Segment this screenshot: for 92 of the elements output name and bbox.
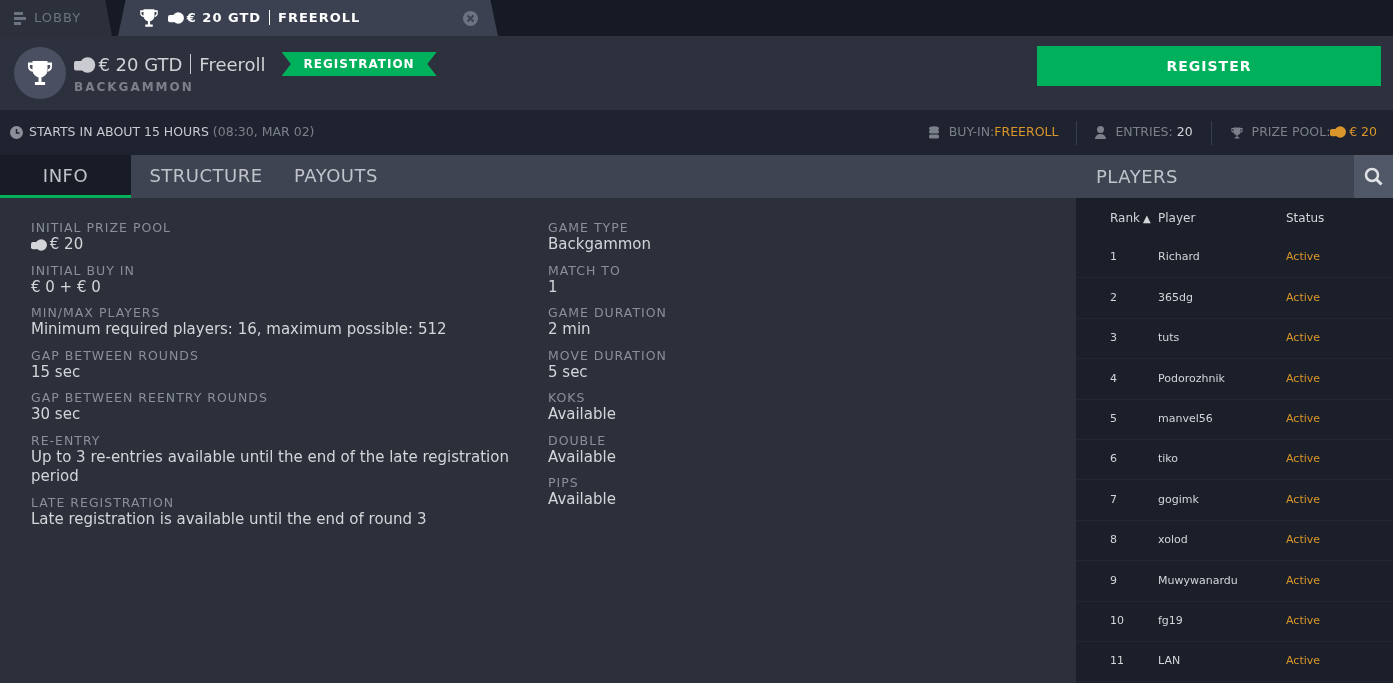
field-value: € 0 + € 0 xyxy=(31,277,102,297)
field-label: MATCH TO xyxy=(548,262,622,278)
status-text: Active xyxy=(1286,452,1321,466)
sort-indicator: ▲ xyxy=(1143,213,1151,224)
player-name: Muwywanardu xyxy=(1158,573,1238,587)
rank-cell: 7 xyxy=(1110,492,1117,506)
section-tab[interactable]: INFO xyxy=(0,155,131,198)
player-name: Podorozhnik xyxy=(1158,371,1225,385)
player-name: tuts xyxy=(1158,331,1180,345)
section-tab[interactable]: PAYOUTS xyxy=(281,155,391,198)
field-value: Minimum required players: 16, maximum possible: 512 xyxy=(31,320,448,340)
field-value: Available xyxy=(548,405,617,425)
field-value: 5 sec xyxy=(548,362,589,382)
status-badge: REGISTRATION xyxy=(281,52,437,76)
field-label: LATE REGISTRATION xyxy=(31,494,176,510)
field-label: MIN/MAX PLAYERS xyxy=(31,305,162,320)
field-value: 1 xyxy=(548,277,559,297)
status-text: Active xyxy=(1286,613,1321,627)
field-label: KOKS xyxy=(548,390,587,405)
entries-text: ENTRIES: 20 xyxy=(1115,123,1193,142)
buy-in-text: BUY-IN:FREEROLL xyxy=(948,123,1059,142)
start-time-text: STARTS IN ABOUT 15 HOURS (08:30, MAR 02) xyxy=(29,123,315,142)
user-icon xyxy=(1095,126,1107,139)
field-value: 30 sec xyxy=(31,405,82,425)
field-value: € 20 xyxy=(31,235,548,255)
search-button[interactable] xyxy=(1354,155,1393,198)
coins-icon xyxy=(74,56,97,73)
player-name: xolod xyxy=(1158,533,1188,547)
status-text: Active xyxy=(1286,412,1321,425)
field-value: Available xyxy=(548,447,617,467)
rank-cell: 5 xyxy=(1110,412,1117,425)
field-label: MOVE DURATION xyxy=(548,347,668,363)
trophy-icon xyxy=(25,58,55,88)
field-label: GAP BETWEEN REENTRY ROUNDS xyxy=(31,390,269,405)
rank-cell: 9 xyxy=(1110,573,1117,587)
player-name: tiko xyxy=(1158,452,1179,466)
trophy-icon xyxy=(1229,125,1244,140)
tournament-subtitle: Freeroll xyxy=(199,52,266,77)
rank-cell: 11 xyxy=(1110,654,1124,668)
register-button[interactable]: REGISTER xyxy=(1037,46,1381,86)
rank-cell: 4 xyxy=(1110,371,1117,385)
column-header[interactable]: Rank xyxy=(1110,211,1140,225)
player-name: manvel56 xyxy=(1158,412,1213,425)
field-value: 2 min xyxy=(548,320,592,340)
tournament-title: € 20 GTD xyxy=(74,50,183,78)
tournament-tab[interactable]: € 20 GTD FREEROLL xyxy=(118,0,498,36)
search-icon xyxy=(1364,167,1383,186)
player-name: LAN xyxy=(1158,654,1181,668)
field-label: GAME DURATION xyxy=(548,305,668,320)
player-name: 365dg xyxy=(1158,290,1193,304)
field-value: 15 sec xyxy=(31,362,82,382)
field-label: GAME TYPE xyxy=(548,220,630,235)
rank-cell: 8 xyxy=(1110,533,1117,547)
panel-title: PLAYERS xyxy=(1095,165,1178,189)
coins-stack-icon xyxy=(928,126,939,139)
rank-cell: 3 xyxy=(1110,331,1117,345)
field-label: DOUBLE xyxy=(548,432,608,448)
field-value: Available xyxy=(548,490,617,510)
rank-cell: 2 xyxy=(1110,290,1117,304)
player-name: gogimk xyxy=(1158,492,1199,506)
field-label: RE-ENTRY xyxy=(31,432,102,448)
field-value: Backgammon xyxy=(548,235,653,255)
prize-pool-text: PRIZE POOL: € 20 xyxy=(1251,123,1377,142)
field-label: INITIAL PRIZE POOL xyxy=(31,220,173,235)
status-text: Active xyxy=(1286,492,1321,506)
status-text: Active xyxy=(1286,290,1321,304)
coins-icon xyxy=(1330,126,1348,139)
field-label: GAP BETWEEN ROUNDS xyxy=(31,347,200,363)
section-tab[interactable]: STRUCTURE xyxy=(131,155,281,198)
player-name: fg19 xyxy=(1158,613,1183,627)
player-name: Richard xyxy=(1158,250,1200,264)
field-label: INITIAL BUY IN xyxy=(31,262,136,278)
column-header: Player xyxy=(1158,211,1196,225)
rank-cell: 10 xyxy=(1110,613,1124,627)
status-text: Active xyxy=(1286,331,1321,345)
trophy-icon xyxy=(138,7,160,29)
status-text: Active xyxy=(1286,250,1321,264)
status-text: Active xyxy=(1286,371,1321,385)
game-name: BACKGAMMON xyxy=(74,78,195,96)
status-text: Active xyxy=(1286,533,1321,547)
list-icon xyxy=(14,11,26,25)
field-value: Late registration is available until the end of round 3 xyxy=(31,509,428,529)
field-value: Up to 3 re-entries available until the end of the late registration period xyxy=(31,447,510,487)
lobby-tab[interactable]: LOBBY xyxy=(0,0,112,36)
field-label: PIPS xyxy=(548,475,580,490)
status-text: Active xyxy=(1286,573,1321,587)
clock-icon xyxy=(10,126,23,139)
column-header: Status xyxy=(1286,211,1325,225)
rank-cell: 1 xyxy=(1110,250,1117,264)
rank-cell: 6 xyxy=(1110,452,1117,466)
coins-icon xyxy=(168,12,185,25)
status-text: Active xyxy=(1286,654,1321,668)
